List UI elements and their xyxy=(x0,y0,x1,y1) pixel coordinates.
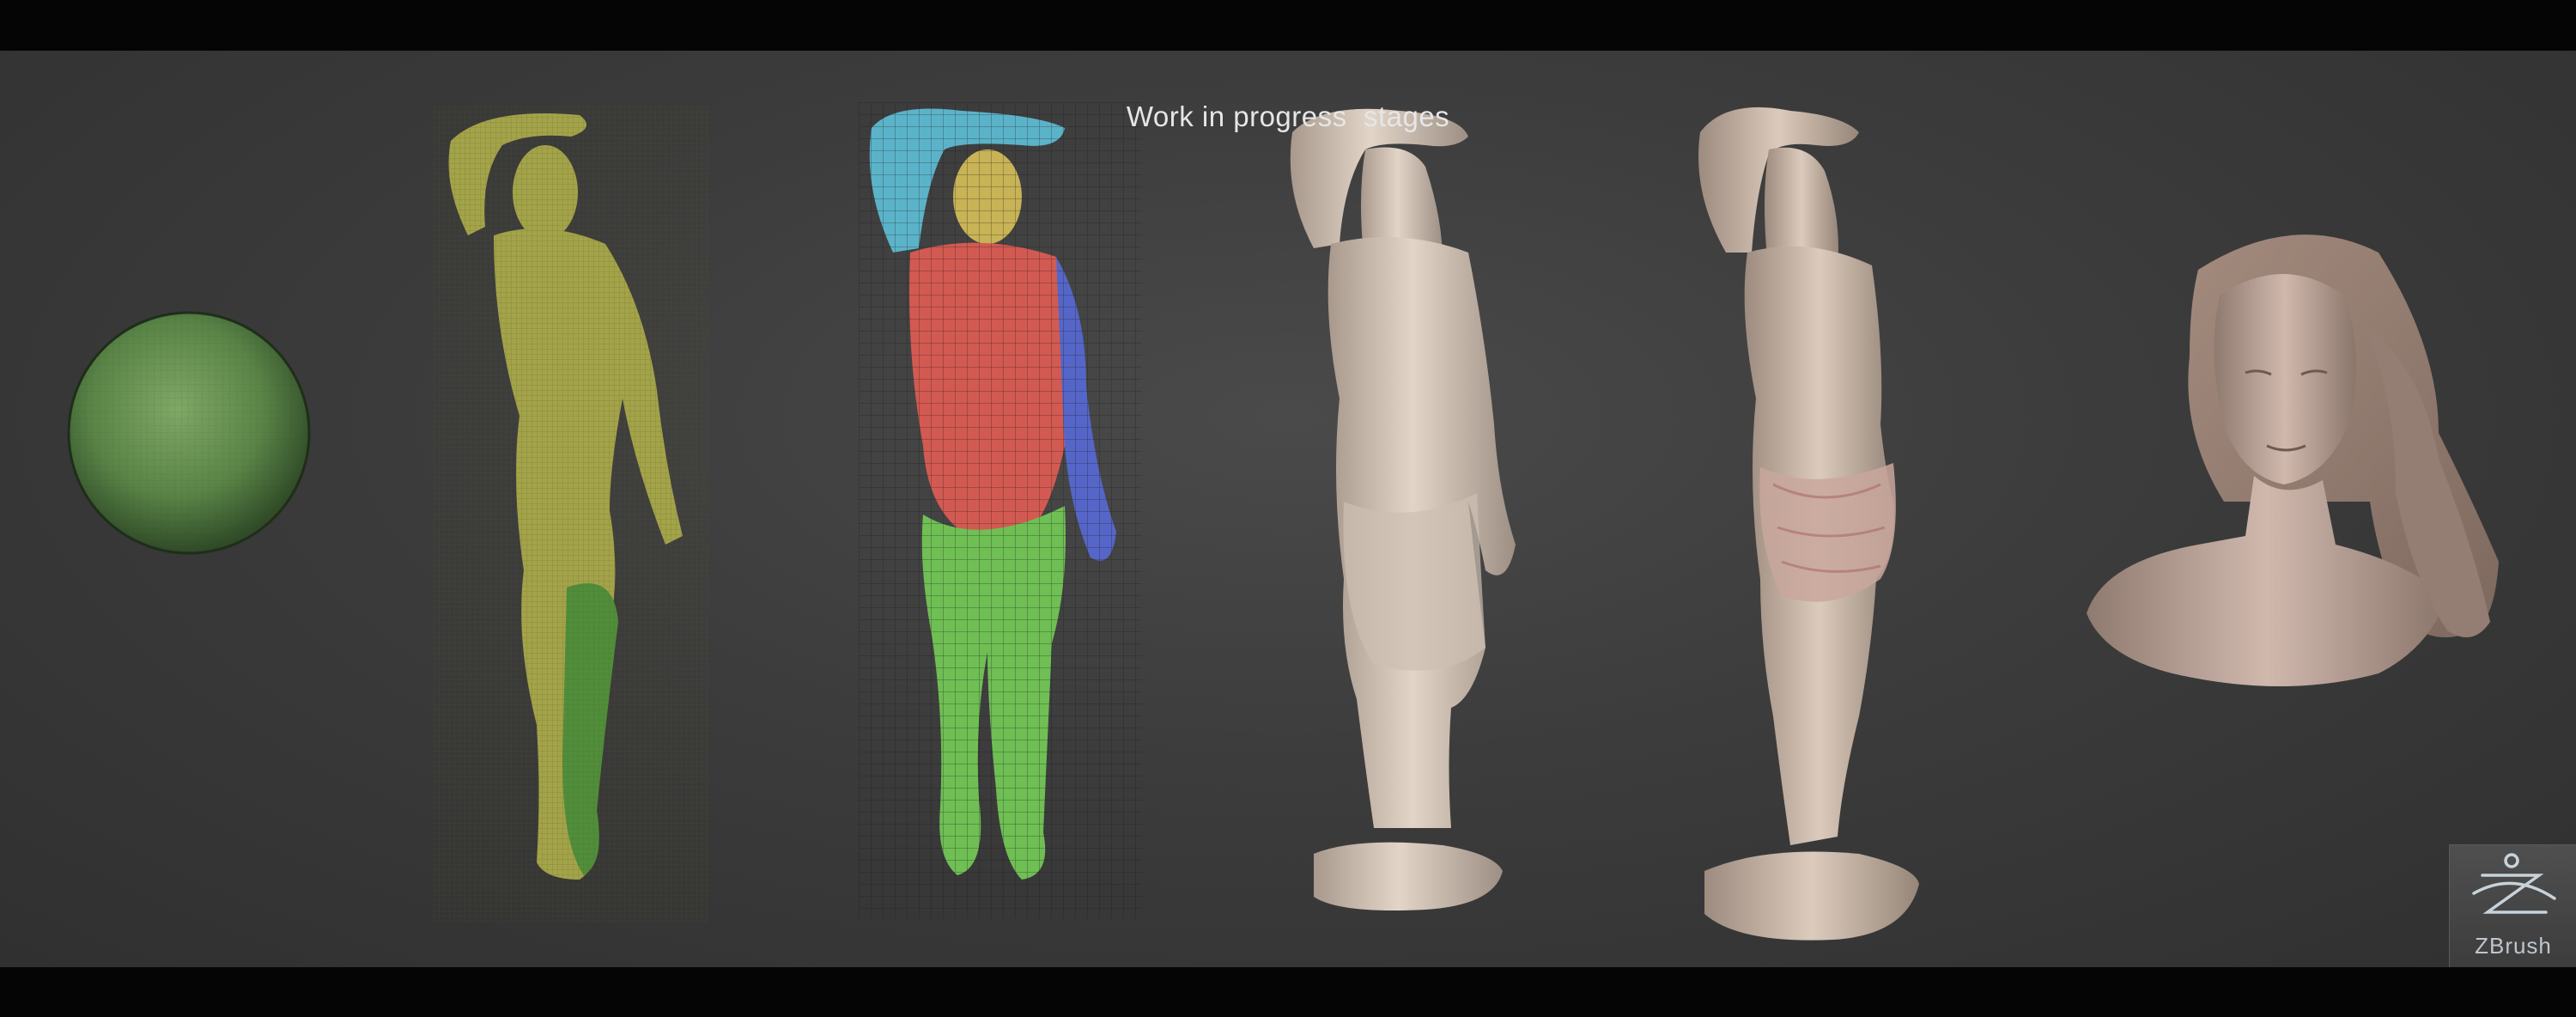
sphere-model xyxy=(67,311,311,555)
sphere-stage xyxy=(64,308,313,557)
bottom-letterbox-bar xyxy=(0,967,2576,1017)
draped-sculpt-figure xyxy=(1290,108,1516,910)
base-mesh-stage xyxy=(434,107,708,923)
zbrush-logo-text: ZBrush xyxy=(2475,933,2552,959)
top-letterbox-bar xyxy=(0,0,2576,51)
zbrush-logo-icon xyxy=(2472,853,2556,914)
render-viewport: Work in progress stages ZBrush xyxy=(0,51,2576,967)
detailed-sculpt-stage xyxy=(1687,98,1962,948)
bust-stage xyxy=(2069,218,2516,725)
page-title: Work in progress stages xyxy=(1126,100,1450,132)
zbrush-logo: ZBrush xyxy=(2449,844,2576,967)
polygroups-stage xyxy=(859,102,1142,918)
detailed-sculpt-figure xyxy=(1698,107,1919,941)
bust-sculpt xyxy=(2087,234,2499,686)
draped-sculpt-stage xyxy=(1271,98,1563,923)
base-mesh-figure xyxy=(434,107,708,923)
polygroups-figure xyxy=(859,102,1142,918)
